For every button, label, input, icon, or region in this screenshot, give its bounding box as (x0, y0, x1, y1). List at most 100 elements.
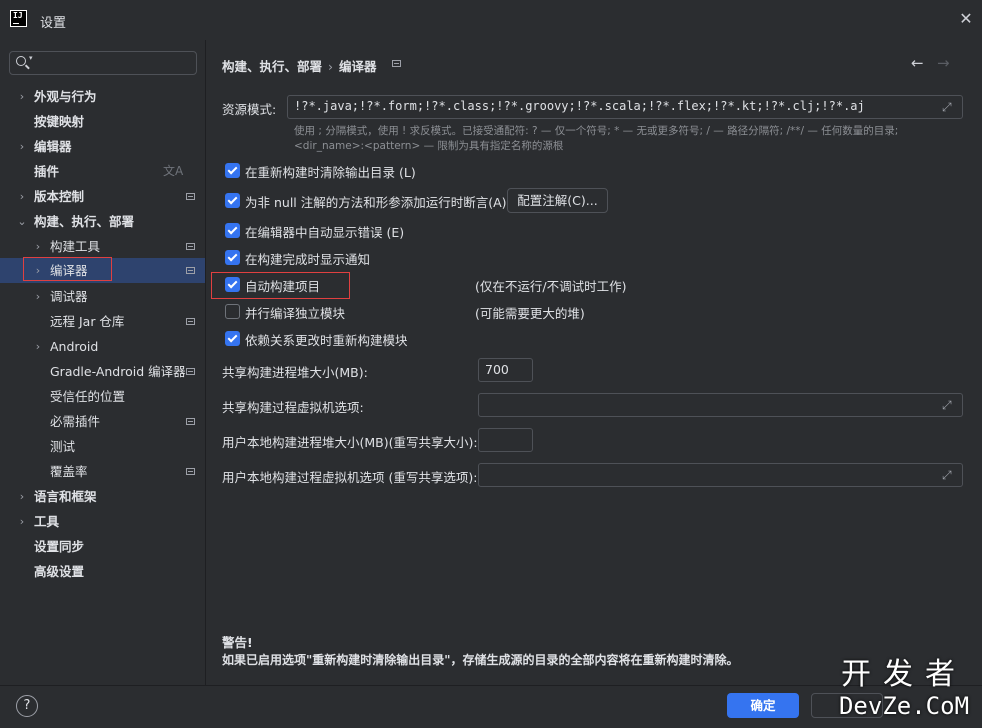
shared-heap-label: 共享构建进程堆大小(MB): (222, 365, 368, 380)
expand-icon[interactable]: ⤢ (942, 398, 956, 412)
resource-patterns-field[interactable]: !?*.java;!?*.form;!?*.class;!?*.groovy;!… (287, 95, 963, 119)
warning-body: 如果已启用选项"重新构建时清除输出目录"，存储生成源的目录的全部内容将在重新构建… (222, 653, 739, 667)
watermark-line-1: 开发者 (841, 657, 967, 692)
shared-heap-value: 700 (485, 362, 509, 377)
sidebar-item-coverage[interactable]: 覆盖率 (0, 459, 205, 484)
sidebar-item-appearance[interactable]: › 外观与行为 (0, 84, 205, 109)
rebuild-on-dep-label: 依赖关系更改时重新构建模块 (245, 333, 408, 348)
sidebar-item-editor[interactable]: › 编辑器 (0, 134, 205, 159)
sidebar-item-label: 插件 (34, 164, 60, 179)
parallel-compile-checkbox[interactable] (225, 304, 240, 319)
breadcrumb-current: 编译器 (339, 59, 377, 74)
sidebar-item-label: 外观与行为 (34, 89, 97, 104)
forward-arrow-icon[interactable]: → (937, 54, 950, 72)
project-level-icon (186, 243, 195, 250)
sidebar-item-label: 按键映射 (34, 114, 85, 129)
intellij-logo-icon: IJ (10, 10, 27, 27)
resource-patterns-label: 资源模式: (222, 102, 277, 117)
sidebar-item-build-tools[interactable]: › 构建工具 (0, 234, 205, 259)
add-assertions-label: 为非 null 注解的方法和形参添加运行时断言(A) (245, 195, 507, 210)
breadcrumb-separator: › (328, 59, 334, 74)
clear-output-label: 在重新构建时清除输出目录 (L) (245, 165, 416, 180)
rebuild-on-dep-checkbox[interactable] (225, 331, 240, 346)
clear-output-checkbox[interactable] (225, 163, 240, 178)
breadcrumb-parent[interactable]: 构建、执行、部署 (222, 59, 322, 74)
sidebar-item-gradle-android[interactable]: Gradle-Android 编译器 (0, 359, 205, 384)
sidebar-item-settings-sync[interactable]: 设置同步 (0, 534, 205, 559)
sidebar-item-label: Android (50, 339, 99, 354)
chevron-right-icon: › (19, 140, 25, 153)
project-level-icon (186, 418, 195, 425)
sidebar-item-label: 高级设置 (34, 564, 85, 579)
ok-button[interactable]: 确定 (727, 693, 799, 718)
sidebar-item-label: 工具 (34, 514, 60, 529)
hint-line-2: <dir_name>:<pattern> — 限制为具有指定名称的源根 (294, 140, 564, 152)
chevron-down-icon: ⌄ (17, 215, 27, 228)
expand-icon[interactable]: ⤢ (942, 100, 956, 114)
sidebar-item-debugger[interactable]: › 调试器 (0, 284, 205, 309)
sidebar-item-required-plugins[interactable]: 必需插件 (0, 409, 205, 434)
sidebar-item-advanced[interactable]: 高级设置 (0, 559, 205, 584)
search-input[interactable]: ▾ (9, 51, 197, 75)
sidebar-item-android[interactable]: › Android (0, 334, 205, 359)
sidebar-item-label: 调试器 (50, 289, 88, 304)
sidebar-item-plugins[interactable]: 插件 文A (0, 159, 205, 184)
expand-icon[interactable]: ⤢ (942, 468, 956, 482)
window-title: 设置 (40, 16, 67, 31)
sidebar-item-keymap[interactable]: 按键映射 (0, 109, 205, 134)
search-icon (16, 56, 26, 66)
selection-annotation-box (23, 257, 112, 281)
user-vm-options-input[interactable]: ⤢ (478, 463, 963, 487)
parallel-compile-label: 并行编译独立模块 (245, 306, 346, 321)
parallel-compile-note: (可能需要更大的堆) (475, 306, 585, 321)
sidebar-item-label: Gradle-Android 编译器 (50, 364, 186, 379)
breadcrumb: 构建、执行、部署 › 编译器 (222, 56, 377, 75)
back-arrow-icon[interactable]: ← (911, 54, 924, 72)
user-heap-label: 用户本地构建进程堆大小(MB)(重写共享大小): (222, 435, 478, 450)
configure-annotations-button[interactable]: 配置注解(C)... (507, 188, 608, 213)
sidebar-item-remote-jar[interactable]: 远程 Jar 仓库 (0, 309, 205, 334)
chevron-right-icon: › (35, 290, 41, 303)
sidebar-item-trusted[interactable]: 受信任的位置 (0, 384, 205, 409)
notify-done-checkbox[interactable] (225, 250, 240, 265)
resource-patterns-hint: 使用 ; 分隔模式，使用 ! 求反模式。已接受通配符: ? — 仅一个符号; *… (294, 124, 954, 154)
sidebar-item-label: 构建、执行、部署 (34, 214, 135, 229)
sidebar-item-label: 测试 (50, 439, 76, 454)
auto-build-annotation-box (211, 272, 350, 299)
auto-build-note: (仅在不运行/不调试时工作) (475, 279, 627, 294)
shared-vm-options-input[interactable]: ⤢ (478, 393, 963, 417)
shared-vm-options-label: 共享构建过程虚拟机选项: (222, 400, 364, 415)
shared-heap-input[interactable]: 700 (478, 358, 533, 382)
chevron-right-icon: › (19, 490, 25, 503)
panel-divider (205, 40, 206, 685)
auto-show-errors-checkbox[interactable] (225, 223, 240, 238)
watermark-line-2: DevZe.CoM (838, 692, 970, 720)
notify-done-label: 在构建完成时显示通知 (245, 252, 371, 267)
user-vm-options-label: 用户本地构建过程虚拟机选项 (重写共享选项): (222, 470, 478, 485)
sidebar-item-label: 覆盖率 (50, 464, 88, 479)
project-level-icon (392, 60, 401, 67)
warning-title: 警告! (222, 635, 253, 650)
help-button[interactable]: ? (16, 695, 38, 717)
add-assertions-checkbox[interactable] (225, 193, 240, 208)
chevron-right-icon: › (35, 340, 41, 353)
sidebar-item-testing[interactable]: 测试 (0, 434, 205, 459)
chevron-right-icon: › (35, 240, 41, 253)
project-level-icon (186, 468, 195, 475)
sidebar-item-label: 编辑器 (34, 139, 72, 154)
sidebar-item-tools[interactable]: › 工具 (0, 509, 205, 534)
sidebar-item-vcs[interactable]: › 版本控制 (0, 184, 205, 209)
chevron-right-icon: › (19, 90, 25, 103)
close-icon[interactable]: ✕ (956, 9, 976, 29)
project-level-icon (186, 318, 195, 325)
chevron-right-icon: › (19, 190, 25, 203)
user-heap-input[interactable] (478, 428, 533, 452)
hint-line-1: 使用 ; 分隔模式，使用 ! 求反模式。已接受通配符: ? — 仅一个符号; *… (294, 125, 899, 137)
sidebar-item-label: 构建工具 (50, 239, 101, 254)
sidebar-item-languages[interactable]: › 语言和框架 (0, 484, 205, 509)
sidebar-item-build[interactable]: ⌄ 构建、执行、部署 (0, 209, 205, 234)
chevron-right-icon: › (19, 515, 25, 528)
title-bar: IJ 设置 ✕ (0, 0, 982, 40)
sidebar-item-label: 设置同步 (34, 539, 85, 554)
project-level-icon (186, 368, 195, 375)
